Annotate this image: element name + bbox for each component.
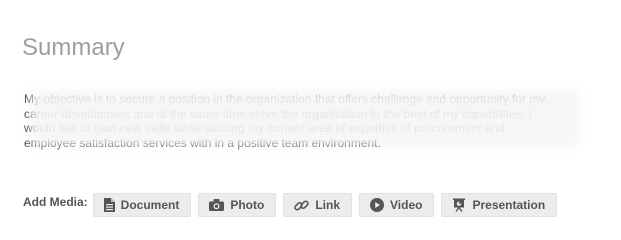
summary-line: career development and at the same time … [24, 106, 532, 121]
add-media-label: Add Media: [23, 195, 88, 209]
section-title: Summary [22, 34, 125, 61]
add-photo-button[interactable]: Photo [198, 193, 277, 217]
summary-line: would like to gain new skills while util… [24, 121, 505, 135]
add-link-button[interactable]: Link [283, 193, 353, 217]
add-document-button[interactable]: Document [92, 193, 192, 217]
add-media-bar: Add Media: Document Photo Link Video Pre… [23, 192, 564, 218]
add-photo-label: Photo [230, 198, 265, 212]
summary-text: My objective is to secure a position in … [24, 92, 604, 150]
link-icon [294, 198, 310, 213]
presentation-icon [452, 198, 466, 212]
add-video-label: Video [390, 198, 423, 212]
add-link-label: Link [315, 198, 341, 212]
summary-line: My objective is to secure a position in … [24, 92, 546, 106]
document-icon [103, 198, 115, 212]
play-icon [370, 198, 385, 212]
add-presentation-label: Presentation [472, 198, 546, 212]
add-document-label: Document [120, 198, 180, 212]
summary-line: employee satisfaction services with in a… [24, 135, 381, 150]
add-presentation-button[interactable]: Presentation [441, 193, 558, 217]
add-video-button[interactable]: Video [359, 193, 435, 217]
camera-icon [209, 199, 225, 211]
